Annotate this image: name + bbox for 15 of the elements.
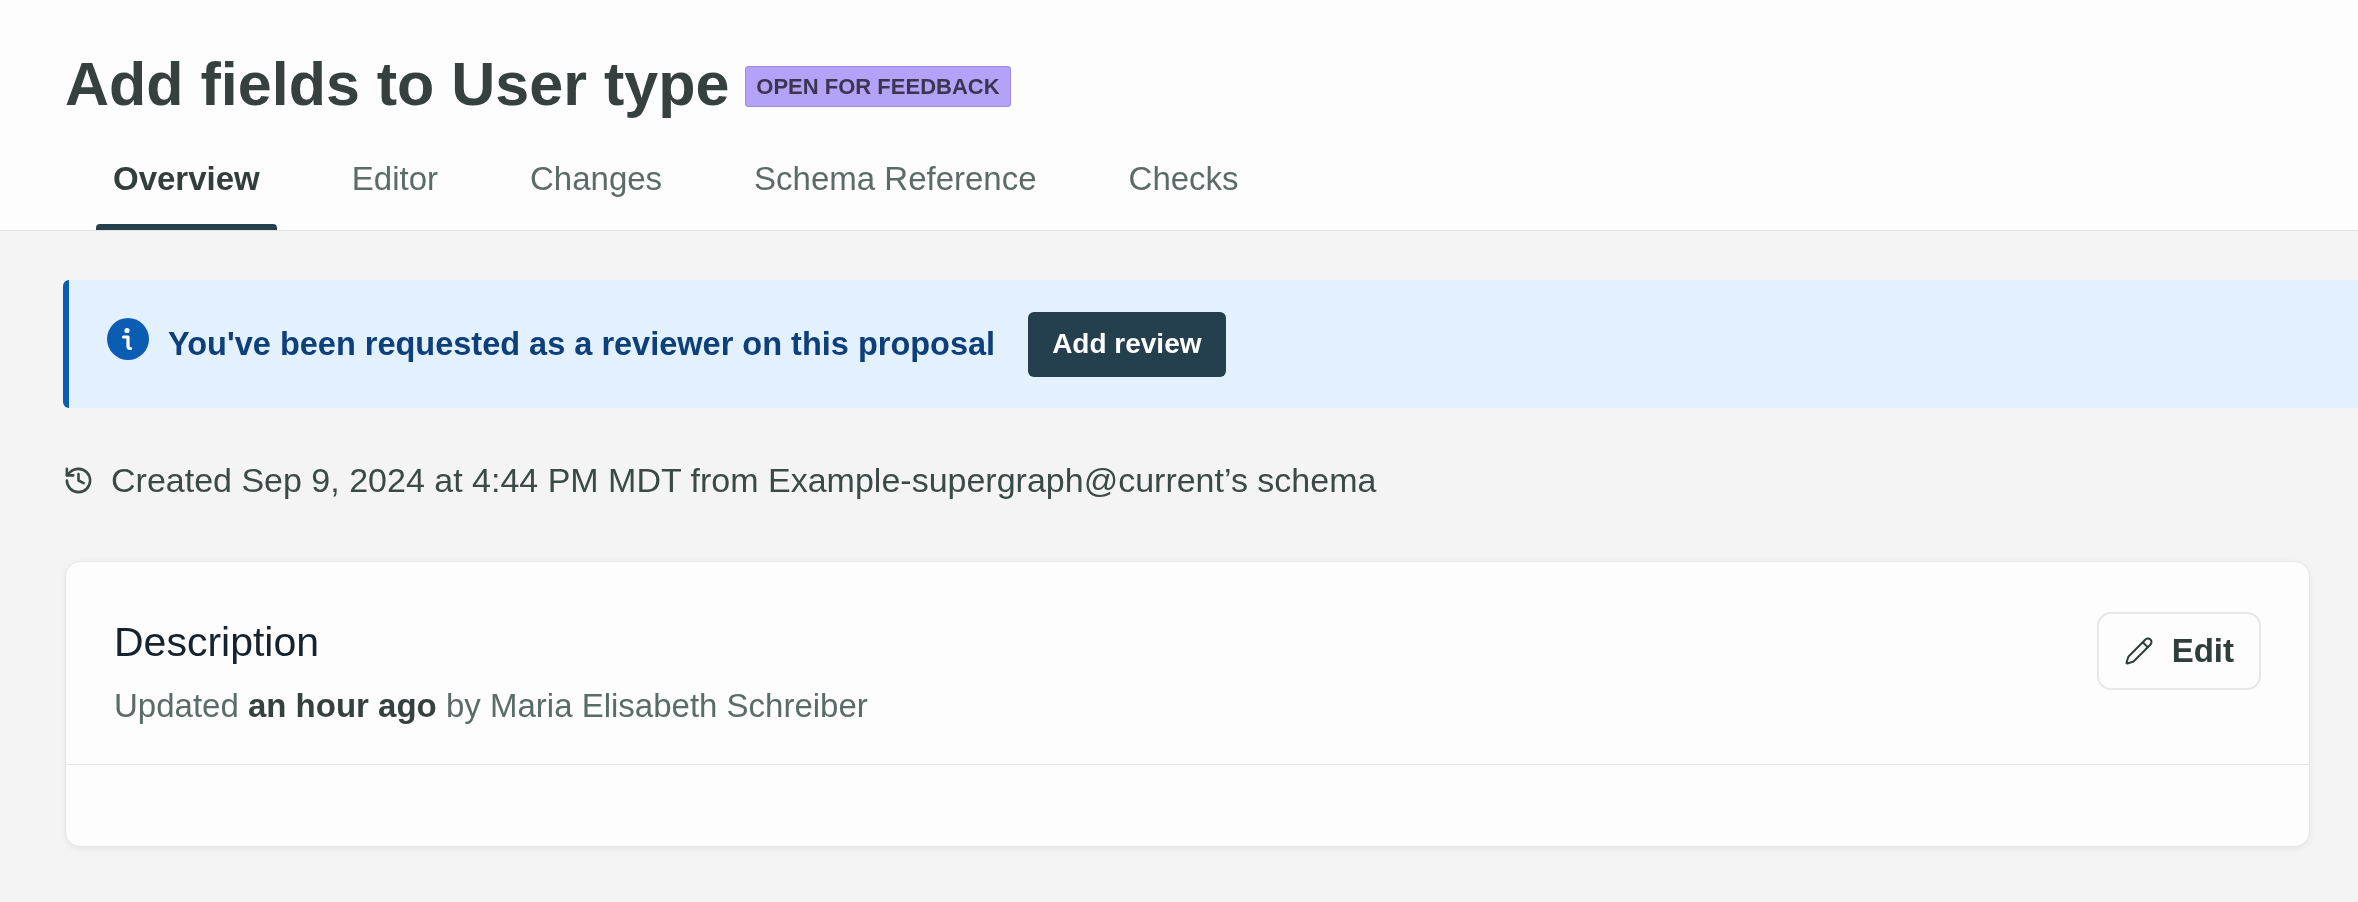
add-review-button[interactable]: Add review [1028, 311, 1226, 377]
tab[interactable]: Overview [96, 125, 277, 230]
tab[interactable]: Editor [334, 125, 455, 230]
card-title: Description [114, 620, 320, 664]
update-info: Updated an hour ago by Maria Elisabeth Schreiber [114, 686, 868, 726]
tab[interactable]: Schema Reference [737, 125, 1054, 230]
banner-message: You've been requested as a reviewer on this proposal [168, 324, 996, 364]
status-badge: OPEN FOR FEEDBACK [745, 66, 1011, 107]
pencil-icon [2123, 636, 2154, 666]
edit-button[interactable]: Edit [2096, 612, 2261, 690]
tab[interactable]: Changes [513, 125, 680, 230]
tab[interactable]: Checks [1111, 125, 1256, 230]
info-icon [107, 318, 149, 360]
page-title: Add fields to User type [65, 48, 730, 120]
created-info: Created Sep 9, 2024 at 4:44 PM MDT from Example-supergraph@current’s schema [111, 460, 1377, 500]
